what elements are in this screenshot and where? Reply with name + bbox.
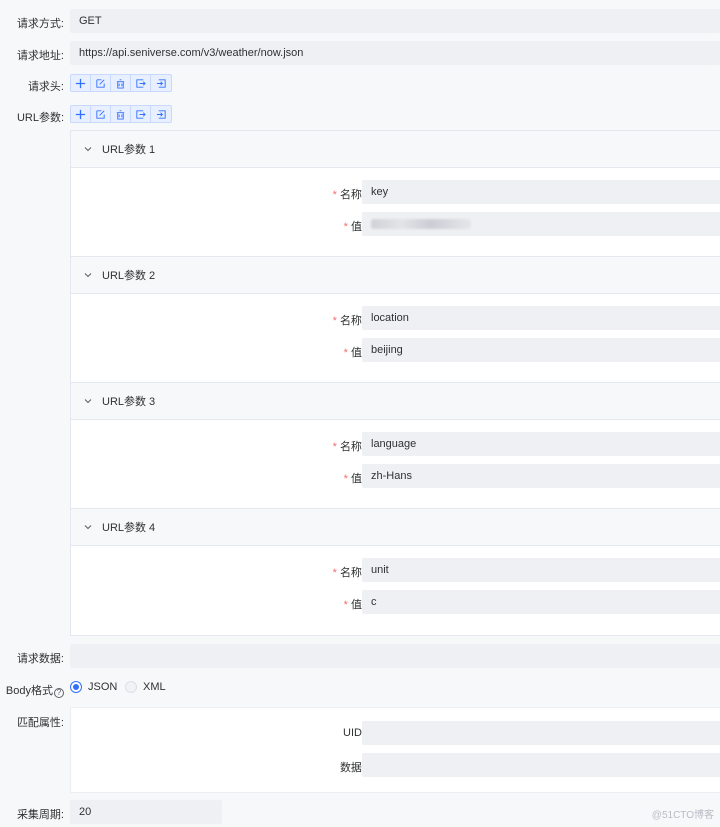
chevron-down-icon xyxy=(84,273,92,278)
export-icon xyxy=(156,78,166,88)
edit-icon xyxy=(96,109,105,119)
import-icon xyxy=(136,109,146,119)
param-panel-header[interactable]: URL参数 4 xyxy=(71,509,720,546)
radio-json-label: JSON xyxy=(88,681,118,693)
headers-row: 请求头: xyxy=(0,74,720,93)
export-param-button[interactable] xyxy=(151,106,171,122)
param-value-input[interactable]: beijing xyxy=(362,338,720,362)
param-panel-title: URL参数 2 xyxy=(102,270,156,282)
delete-icon xyxy=(116,78,125,89)
method-select[interactable]: GET xyxy=(70,9,720,33)
match-attributes-box: UID: 数据: xyxy=(70,707,720,793)
param-name-label: * 名称: xyxy=(332,315,365,327)
add-param-button[interactable] xyxy=(71,106,91,122)
param-panel-body: * 名称: key * 值: xyxy=(71,168,720,257)
param-name-input[interactable]: language xyxy=(362,432,720,456)
radio-xml[interactable]: XML xyxy=(125,681,166,693)
body-format-label: Body格式? xyxy=(6,682,64,698)
help-icon[interactable]: ? xyxy=(54,688,64,698)
edit-header-button[interactable] xyxy=(91,75,111,91)
param-value-input[interactable]: zh-Hans xyxy=(362,464,720,488)
delete-header-button[interactable] xyxy=(111,75,131,91)
method-row: 请求方式: GET xyxy=(0,9,720,33)
radio-xml-label: XML xyxy=(143,681,166,693)
plus-icon xyxy=(75,109,86,119)
request-data-label: 请求数据: xyxy=(16,653,64,665)
param-panel-title: URL参数 1 xyxy=(102,144,156,156)
url-input[interactable]: https://api.seniverse.com/v3/weather/now… xyxy=(70,41,720,65)
add-header-button[interactable] xyxy=(71,75,91,91)
url-params-toolbar xyxy=(70,105,172,123)
param-name-input[interactable]: unit xyxy=(362,558,720,582)
param-name-input[interactable]: key xyxy=(362,180,720,204)
period-input[interactable]: 20 xyxy=(70,800,222,824)
url-params-label: URL参数: xyxy=(16,112,64,124)
param-name-label: * 名称: xyxy=(332,441,365,453)
chevron-down-icon xyxy=(84,525,92,530)
chevron-down-icon xyxy=(84,399,92,404)
plus-icon xyxy=(75,78,86,88)
uid-input[interactable] xyxy=(362,721,720,745)
url-row: 请求地址: https://api.seniverse.com/v3/weath… xyxy=(0,41,720,65)
period-row: 采集周期: 20 xyxy=(0,800,720,824)
headers-label: 请求头: xyxy=(27,81,64,93)
url-params-collapse: URL参数 1 * 名称: key * 值: URL参数 2 * 名称: locati… xyxy=(70,130,720,636)
chevron-down-icon xyxy=(84,147,92,152)
param-panel-title: URL参数 3 xyxy=(102,396,156,408)
param-name-label: * 名称: xyxy=(332,567,365,579)
url-params-row: URL参数: xyxy=(0,105,720,124)
radio-dot xyxy=(70,681,82,693)
request-data-input[interactable] xyxy=(70,644,720,668)
param-value-input[interactable] xyxy=(362,212,720,236)
redacted-value xyxy=(371,219,471,229)
param-value-input[interactable]: c xyxy=(362,590,720,614)
param-panel-header[interactable]: URL参数 1 xyxy=(71,131,720,168)
body-format-row: Body格式? JSON XML xyxy=(0,680,720,698)
match-label: 匹配属性: xyxy=(16,717,64,729)
delete-param-button[interactable] xyxy=(111,106,131,122)
period-label: 采集周期: xyxy=(16,809,64,821)
watermark: @51CTO博客 xyxy=(651,810,714,821)
param-panel-title: URL参数 4 xyxy=(102,522,156,534)
param-panel-body: * 名称: unit * 值: c xyxy=(71,546,720,635)
url-label: 请求地址: xyxy=(16,50,64,62)
headers-toolbar xyxy=(70,74,172,92)
param-panel-body: * 名称: language * 值: zh-Hans xyxy=(71,420,720,509)
request-data-row: 请求数据: xyxy=(0,644,720,668)
param-panel-header[interactable]: URL参数 2 xyxy=(71,257,720,294)
param-name-input[interactable]: location xyxy=(362,306,720,330)
import-param-button[interactable] xyxy=(131,106,151,122)
param-panel-header[interactable]: URL参数 3 xyxy=(71,383,720,420)
export-icon xyxy=(156,109,166,119)
radio-dot xyxy=(125,681,137,693)
export-header-button[interactable] xyxy=(151,75,171,91)
radio-json[interactable]: JSON xyxy=(70,681,117,693)
edit-icon xyxy=(96,78,105,88)
delete-icon xyxy=(116,109,125,120)
edit-param-button[interactable] xyxy=(91,106,111,122)
import-header-button[interactable] xyxy=(131,75,151,91)
data-input[interactable] xyxy=(362,753,720,777)
method-label: 请求方式: xyxy=(16,18,64,30)
param-name-label: * 名称: xyxy=(332,189,365,201)
param-panel-body: * 名称: location * 值: beijing xyxy=(71,294,720,383)
import-icon xyxy=(136,78,146,88)
